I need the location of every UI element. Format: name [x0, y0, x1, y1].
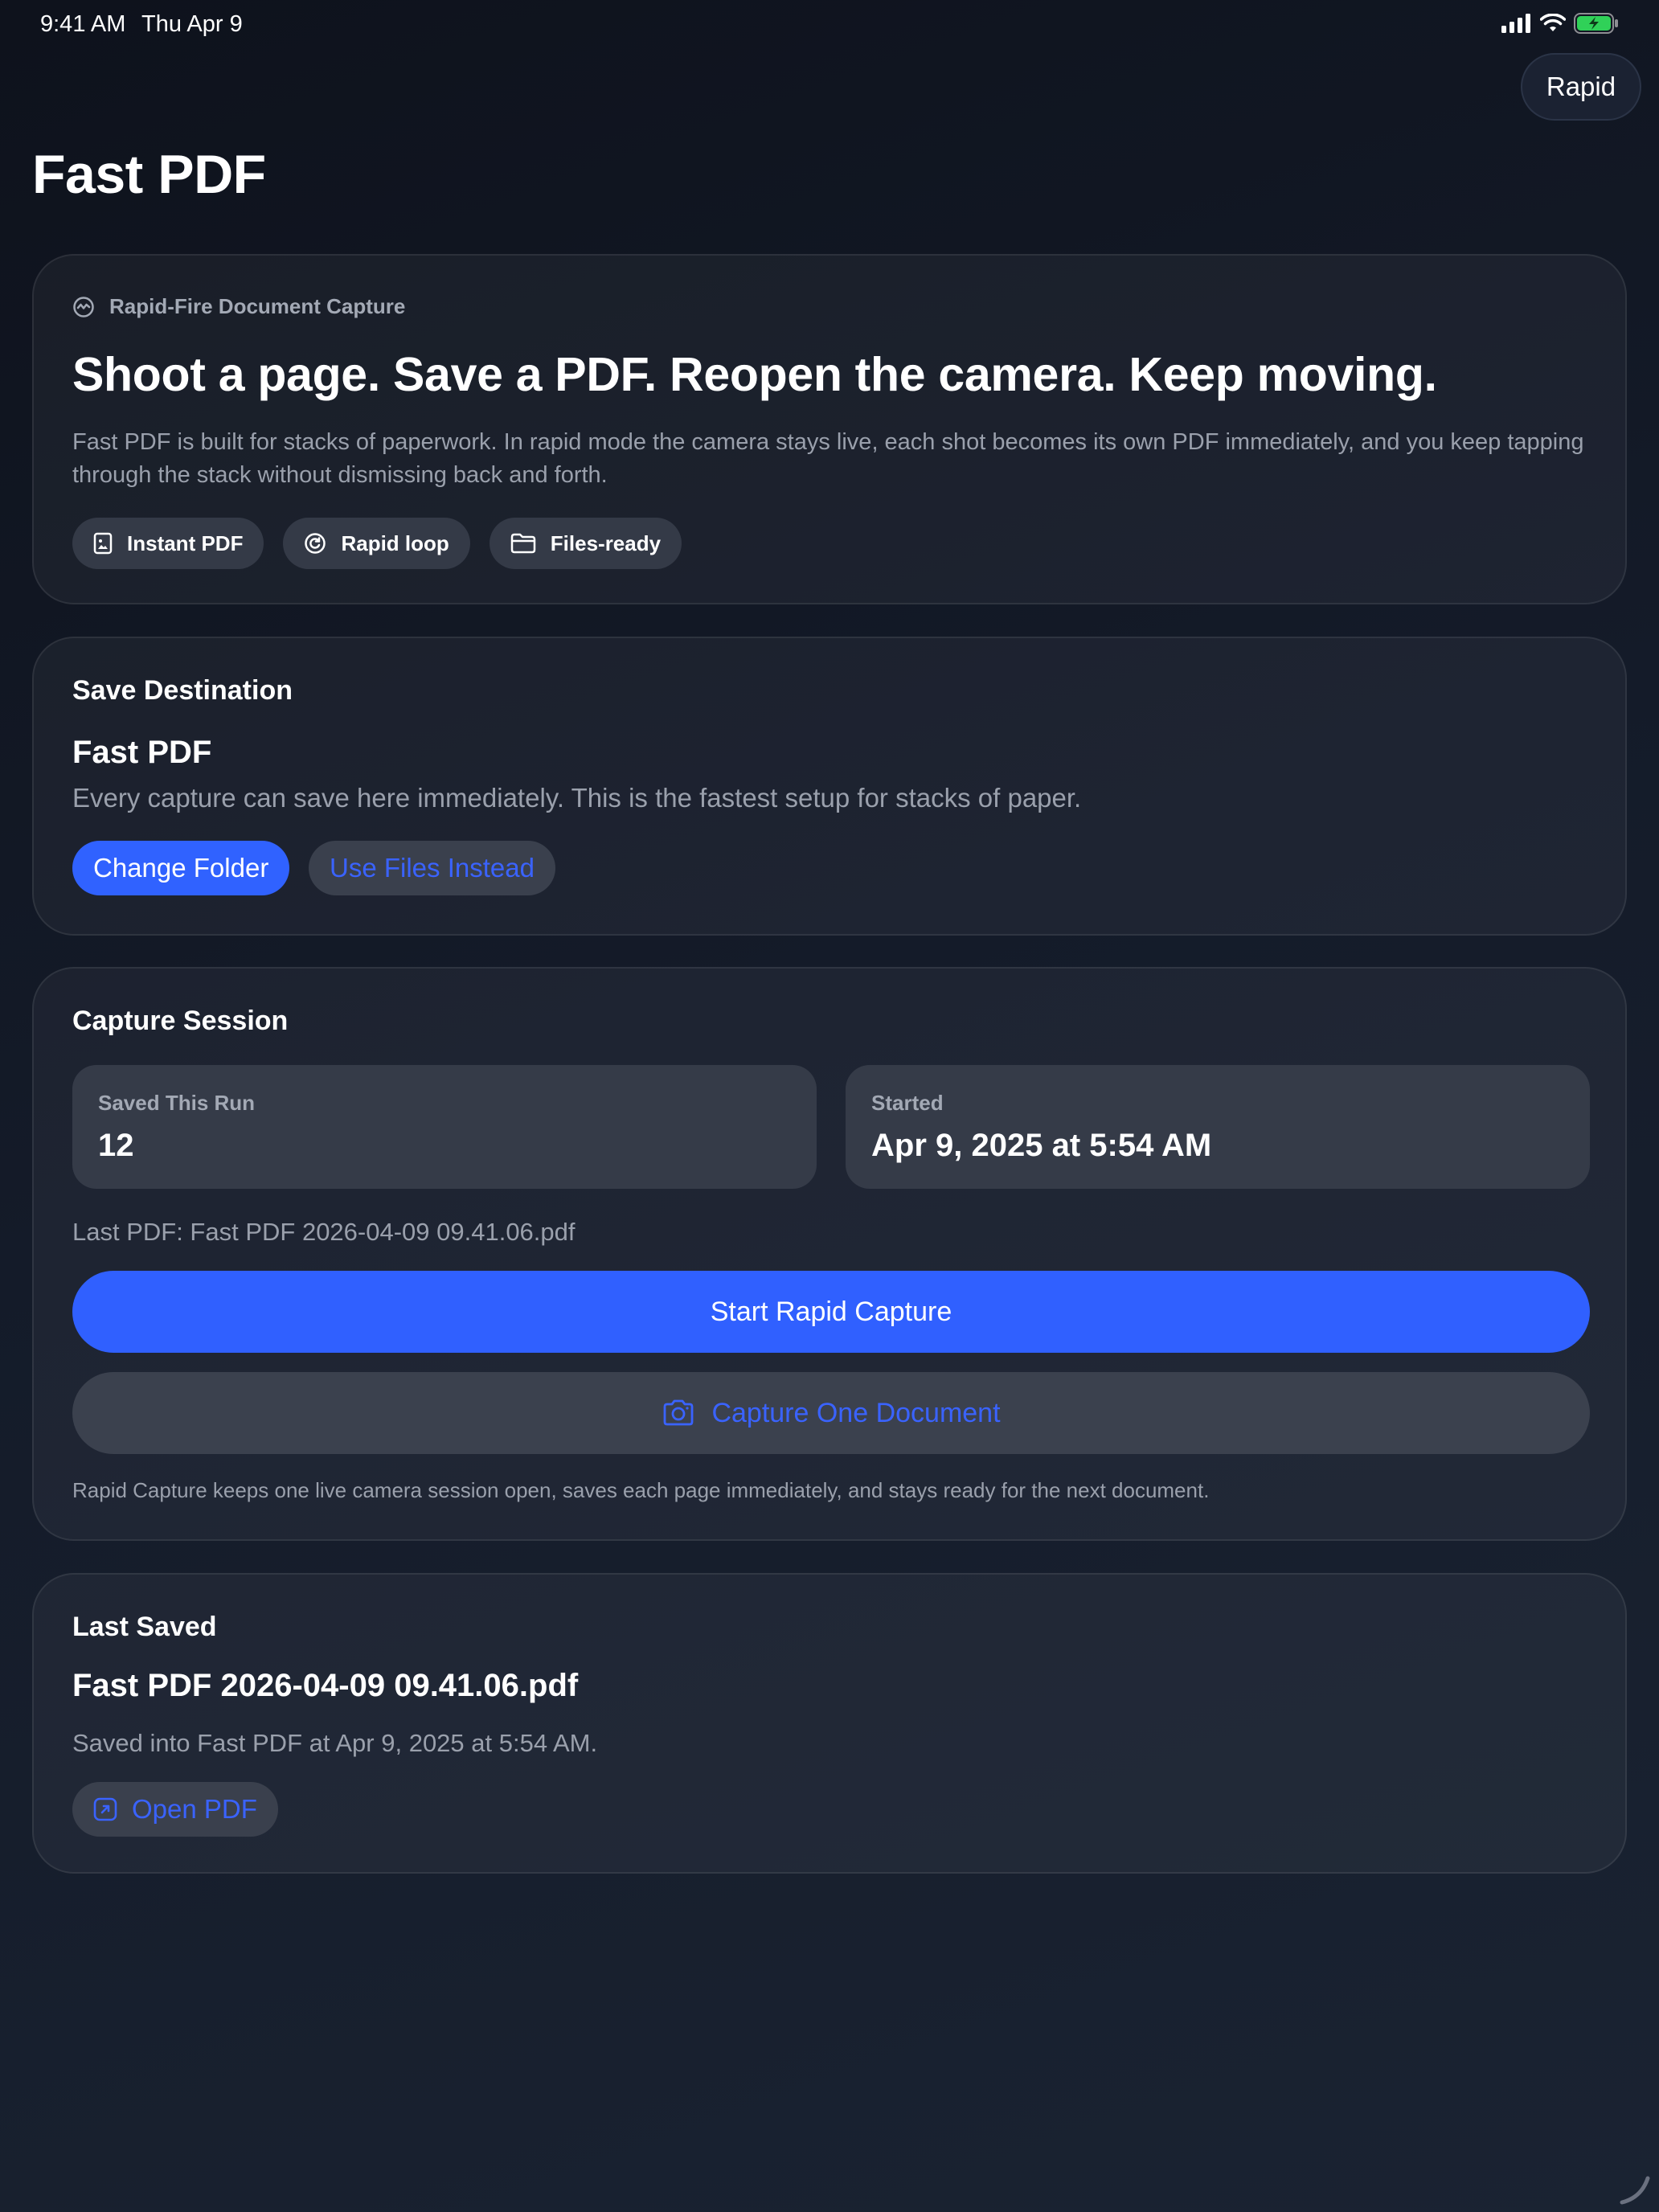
stat-value: Apr 9, 2025 at 5:54 AM — [871, 1128, 1212, 1163]
chip-files-ready: Files-ready — [489, 518, 682, 569]
open-external-icon — [93, 1797, 117, 1821]
saved-this-run-stat: Saved This Run 12 — [72, 1065, 817, 1189]
folder-description: Every capture can save here immediately.… — [72, 783, 1082, 813]
last-saved-card: Last Saved Fast PDF 2026-04-09 09.41.06.… — [32, 1573, 1627, 1874]
chip-label: Rapid loop — [341, 530, 449, 555]
chip-instant-pdf: Instant PDF — [72, 518, 264, 569]
chip-label: Files-ready — [550, 530, 662, 555]
corner-scroll-indicator — [1620, 2176, 1650, 2205]
start-rapid-capture-label: Start Rapid Capture — [710, 1296, 952, 1327]
rapid-mode-label: Rapid — [1546, 72, 1616, 101]
change-folder-label: Change Folder — [93, 853, 269, 883]
waveform-circle-icon — [73, 296, 94, 317]
hero-eyebrow-label: Rapid-Fire Document Capture — [109, 294, 406, 318]
hero-eyebrow: Rapid-Fire Document Capture — [72, 294, 405, 319]
stat-label: Saved This Run — [98, 1091, 256, 1115]
loop-circle-icon — [305, 533, 326, 554]
capture-session-heading: Capture Session — [72, 1006, 289, 1036]
chip-rapid-loop: Rapid loop — [283, 518, 470, 569]
cellular-signal-icon — [1501, 14, 1530, 33]
feature-chips: Instant PDF Rapid loop Files-ready — [72, 518, 682, 569]
last-pdf-text: Last PDF: Fast PDF 2026-04-09 09.41.06.p… — [72, 1218, 576, 1246]
start-rapid-capture-button[interactable]: Start Rapid Capture — [72, 1271, 1590, 1353]
battery-charging-icon — [1574, 13, 1618, 34]
save-destination-heading: Save Destination — [72, 675, 293, 706]
last-saved-detail: Saved into Fast PDF at Apr 9, 2025 at 5:… — [72, 1729, 598, 1757]
use-files-instead-button[interactable]: Use Files Instead — [309, 841, 555, 895]
save-destination-card: Save Destination Fast PDF Every capture … — [32, 637, 1627, 936]
folder-name: Fast PDF — [72, 735, 212, 770]
wifi-icon — [1540, 14, 1566, 31]
capture-session-footnote: Rapid Capture keeps one live camera sess… — [72, 1478, 1210, 1502]
open-pdf-label: Open PDF — [132, 1794, 257, 1824]
stat-label: Started — [871, 1091, 944, 1115]
last-saved-filename: Fast PDF 2026-04-09 09.41.06.pdf — [72, 1668, 579, 1703]
status-icons — [1501, 13, 1619, 34]
hero-headline: Shoot a page. Save a PDF. Reopen the cam… — [72, 348, 1437, 401]
hero-description: Fast PDF is built for stacks of paperwor… — [72, 429, 1584, 488]
change-folder-button[interactable]: Change Folder — [72, 841, 290, 895]
capture-one-document-label: Capture One Document — [711, 1397, 1001, 1428]
use-files-instead-label: Use Files Instead — [330, 853, 535, 883]
stat-value: 12 — [98, 1128, 134, 1163]
status-bar: 9:41 AM Thu Apr 9 — [0, 0, 1659, 51]
status-time: 9:41 AM — [40, 11, 126, 37]
page-title: Fast PDF — [32, 144, 266, 205]
started-stat: Started Apr 9, 2025 at 5:54 AM — [846, 1065, 1590, 1189]
open-pdf-button[interactable]: Open PDF — [72, 1782, 278, 1837]
hero-card: Rapid-Fire Document Capture Shoot a page… — [32, 254, 1627, 604]
camera-icon — [664, 1399, 694, 1426]
capture-one-document-button[interactable]: Capture One Document — [72, 1372, 1590, 1454]
status-date: Thu Apr 9 — [141, 11, 243, 37]
chip-label: Instant PDF — [127, 530, 244, 555]
rapid-mode-button[interactable]: Rapid — [1521, 53, 1641, 121]
document-image-icon — [93, 532, 113, 555]
folder-icon — [510, 533, 536, 554]
last-saved-heading: Last Saved — [72, 1612, 217, 1642]
capture-session-card: Capture Session Saved This Run 12 Starte… — [32, 967, 1627, 1541]
